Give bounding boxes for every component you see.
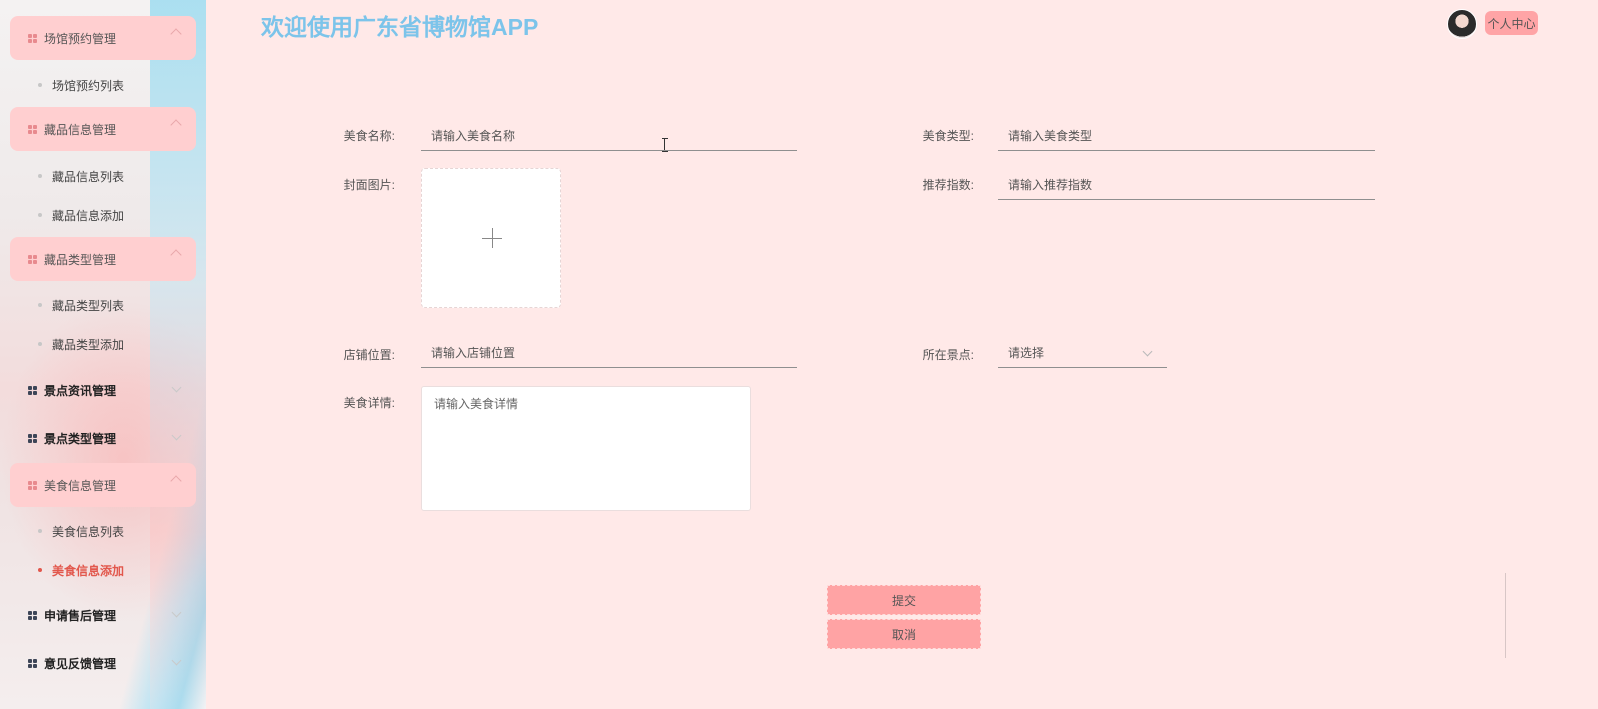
bullet-dot-icon	[38, 174, 42, 178]
sidebar-item-collection-type-add[interactable]: 藏品类型添加	[38, 332, 124, 356]
menu-group-venue-booking[interactable]: 场馆预约管理	[10, 16, 196, 60]
chevron-up-icon	[170, 249, 182, 261]
grid-icon	[28, 33, 37, 43]
scenic-spot-select[interactable]: 请选择	[998, 338, 1167, 368]
menu-group-food-info[interactable]: 美食信息管理	[10, 463, 196, 507]
chevron-down-icon	[171, 607, 182, 618]
bullet-dot-icon	[38, 213, 42, 217]
menu-group-label: 意见反馈管理	[44, 656, 117, 671]
bullet-dot-icon	[38, 568, 42, 572]
bullet-dot-icon	[38, 529, 42, 533]
submit-button[interactable]: 提交	[827, 585, 981, 615]
chevron-up-icon	[170, 475, 182, 487]
food-detail-label: 美食详情:	[343, 396, 395, 410]
grid-icon	[28, 433, 37, 443]
sidebar-item-label: 藏品类型列表	[52, 298, 125, 313]
sidebar-item-label: 藏品信息添加	[52, 208, 125, 223]
menu-group-label: 申请售后管理	[44, 608, 117, 623]
menu-group-scenic-news[interactable]: 景点资讯管理	[28, 375, 182, 405]
chevron-up-icon	[170, 119, 182, 131]
cover-image-label: 封面图片:	[343, 178, 395, 192]
sidebar-item-collection-type-list[interactable]: 藏品类型列表	[38, 293, 124, 317]
grid-icon	[28, 385, 37, 395]
menu-group-scenic-type[interactable]: 景点类型管理	[28, 423, 182, 453]
chevron-down-icon	[171, 382, 182, 393]
food-detail-textarea[interactable]	[421, 386, 751, 511]
shop-location-input[interactable]	[421, 338, 797, 368]
shop-location-label: 店铺位置:	[343, 348, 395, 362]
sidebar-item-food-info-list[interactable]: 美食信息列表	[38, 519, 124, 543]
cover-image-upload[interactable]	[421, 168, 561, 308]
menu-group-collection-type[interactable]: 藏品类型管理	[10, 237, 196, 281]
text-cursor-icon	[662, 138, 668, 152]
food-type-label: 美食类型:	[922, 129, 974, 143]
chevron-down-icon	[1142, 346, 1153, 357]
user-center-button[interactable]: 个人中心	[1485, 11, 1538, 35]
food-name-label: 美食名称:	[343, 129, 395, 143]
menu-group-feedback[interactable]: 意见反馈管理	[28, 648, 182, 678]
bullet-dot-icon	[38, 303, 42, 307]
sidebar-item-venue-booking-list[interactable]: 场馆预约列表	[38, 73, 124, 97]
grid-icon	[28, 124, 37, 134]
grid-icon	[28, 480, 37, 490]
scenic-spot-selected: 请选择	[1008, 346, 1045, 360]
food-type-input[interactable]	[998, 121, 1375, 151]
recommend-index-input[interactable]	[998, 170, 1375, 200]
bullet-dot-icon	[38, 342, 42, 346]
menu-group-label: 美食信息管理	[44, 478, 117, 493]
bullet-dot-icon	[38, 83, 42, 87]
menu-group-label: 场馆预约管理	[44, 31, 117, 46]
sidebar-item-label: 藏品类型添加	[52, 337, 125, 352]
sidebar-item-label: 藏品信息列表	[52, 169, 125, 184]
page-title: 欢迎使用广东省博物馆APP	[261, 14, 539, 40]
menu-group-label: 藏品信息管理	[44, 122, 117, 137]
sidebar-item-label: 场馆预约列表	[52, 78, 125, 93]
chevron-up-icon	[170, 28, 182, 40]
sidebar-item-collection-info-list[interactable]: 藏品信息列表	[38, 164, 124, 188]
sidebar-item-collection-info-add[interactable]: 藏品信息添加	[38, 203, 124, 227]
recommend-index-label: 推荐指数:	[922, 178, 974, 192]
grid-icon	[28, 254, 37, 264]
cancel-button[interactable]: 取消	[827, 619, 981, 649]
menu-group-label: 藏品类型管理	[44, 252, 117, 267]
grid-icon	[28, 658, 37, 668]
menu-group-collection-info[interactable]: 藏品信息管理	[10, 107, 196, 151]
sidebar-item-label: 美食信息添加	[52, 563, 125, 578]
chevron-down-icon	[171, 430, 182, 441]
sidebar-item-food-info-add[interactable]: 美食信息添加	[38, 558, 124, 582]
menu-group-label: 景点资讯管理	[44, 383, 117, 398]
sidebar-item-label: 美食信息列表	[52, 524, 125, 539]
menu-group-label: 景点类型管理	[44, 431, 117, 446]
sidebar: 场馆预约管理 场馆预约列表 藏品信息管理 藏品信息列表 藏品信息添加 藏品类型管…	[0, 0, 206, 709]
scenic-spot-label: 所在景点:	[922, 348, 974, 362]
avatar[interactable]	[1447, 9, 1477, 39]
food-name-input[interactable]	[421, 121, 797, 151]
chevron-down-icon	[171, 655, 182, 666]
divider	[1505, 573, 1506, 658]
grid-icon	[28, 610, 37, 620]
menu-group-after-sales[interactable]: 申请售后管理	[28, 600, 182, 630]
plus-icon-vertical	[492, 228, 493, 248]
